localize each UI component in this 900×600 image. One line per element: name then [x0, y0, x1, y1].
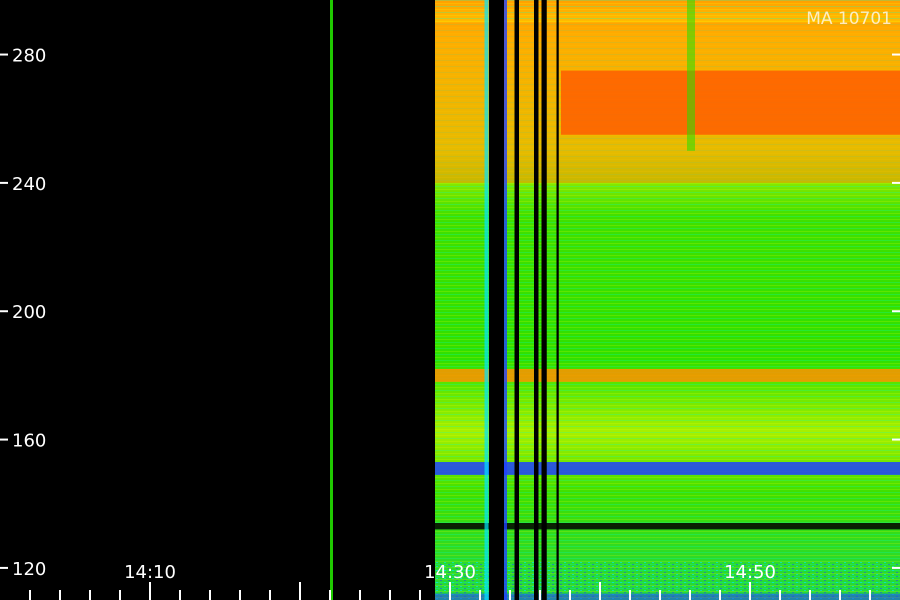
- y-tick-label-160: 160: [12, 431, 46, 452]
- dropout-column-1: [514, 0, 519, 600]
- y-tick-label-200: 200: [12, 302, 46, 323]
- burst-edge: [484, 0, 489, 600]
- dropout-column-2: [534, 0, 539, 600]
- dropout-column-0: [489, 0, 504, 600]
- burst-trail: [504, 0, 507, 600]
- spectrogram-chart: 280 240 200 160 120 14:10 14:30 14:50 MA 10701: [0, 0, 900, 600]
- y-tick-label-280: 280: [12, 46, 46, 67]
- dropout-column-3: [541, 0, 547, 600]
- x-tick-label-1430: 14:30: [424, 562, 476, 583]
- x-tick-label-1410: 14:10: [124, 562, 176, 583]
- station-stamp: MA 10701: [806, 9, 892, 29]
- x-tick-label-1450: 14:50: [724, 562, 776, 583]
- y-tick-label-240: 240: [12, 174, 46, 195]
- dropout-column-4: [556, 0, 559, 600]
- isolated-line: [330, 0, 333, 600]
- y-tick-label-120: 120: [12, 559, 46, 580]
- vertical-interference: [687, 0, 695, 151]
- spectrogram-plot: [330, 0, 900, 600]
